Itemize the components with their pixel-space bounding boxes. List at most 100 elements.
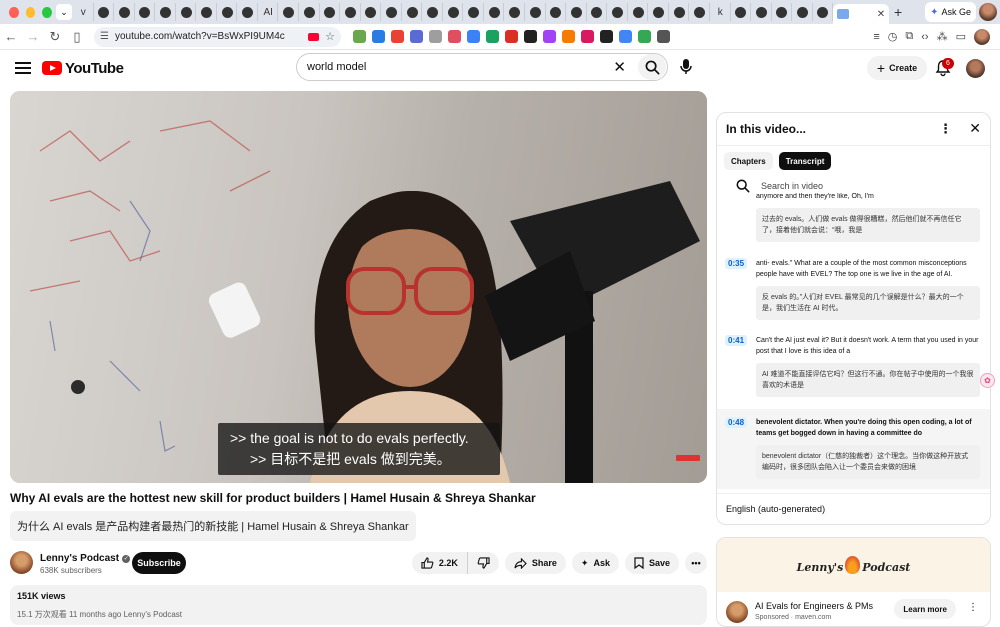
save-button[interactable]: Save: [624, 552, 679, 574]
ad-avatar[interactable]: [726, 601, 748, 623]
video-player[interactable]: >> the goal is not to do evals perfectly…: [10, 91, 707, 483]
extension-icon[interactable]: [562, 30, 575, 43]
pinned-tab[interactable]: [97, 3, 115, 21]
pinned-tab[interactable]: [610, 3, 628, 21]
extension-icon[interactable]: [448, 30, 461, 43]
extension-icon[interactable]: [581, 30, 594, 43]
ad-more-icon[interactable]: ⋮: [968, 602, 978, 613]
clear-search-icon[interactable]: ✕: [613, 58, 626, 76]
share-button[interactable]: Share: [504, 552, 566, 574]
menu-icon[interactable]: [15, 62, 31, 74]
account-avatar[interactable]: [966, 59, 985, 78]
toolbar-profile-avatar[interactable]: [974, 28, 990, 45]
maximize-window-button[interactable]: [42, 6, 53, 18]
transcript-segment-current[interactable]: 0:48 benevolent dictator. When you're do…: [717, 409, 990, 489]
segment-timestamp[interactable]: 0:41: [725, 335, 748, 346]
transcript-language[interactable]: English (auto-generated): [717, 493, 990, 524]
pinned-tab[interactable]: [775, 3, 793, 21]
extension-icon[interactable]: [600, 30, 613, 43]
devtools-icon[interactable]: ‹›: [921, 31, 928, 43]
reading-list-icon[interactable]: ≡: [873, 31, 879, 43]
channel-name-text[interactable]: Lenny's Podcast: [40, 553, 119, 564]
search-box[interactable]: world model ✕: [296, 53, 668, 81]
sponsored-card[interactable]: Lenny's Podcast AI Evals for Engineers & …: [716, 537, 991, 627]
close-window-button[interactable]: [9, 6, 19, 18]
pinned-tab[interactable]: [158, 3, 176, 21]
address-bar[interactable]: ☰ youtube.com/watch?v=BsWxPI9UM4c ☆: [94, 26, 341, 47]
new-tab-button[interactable]: +: [889, 4, 907, 20]
pinned-tab[interactable]: [240, 3, 258, 21]
segment-timestamp[interactable]: 0:35: [725, 258, 748, 269]
active-tab[interactable]: ✕: [833, 4, 890, 24]
extension-icon[interactable]: [505, 30, 518, 43]
pinned-tab[interactable]: [569, 3, 587, 21]
pinned-tab[interactable]: AI: [261, 3, 279, 21]
extension-icon[interactable]: [372, 30, 385, 43]
transcript-segment[interactable]: 0:35 anti- evals." What are a couple of …: [717, 258, 990, 320]
extension-icon[interactable]: [410, 30, 423, 43]
pinned-tab[interactable]: [323, 3, 341, 21]
search-input[interactable]: world model: [307, 61, 613, 73]
pinned-tab[interactable]: [507, 3, 526, 21]
sidebar-toggle-icon[interactable]: ▯: [66, 29, 88, 45]
pinned-tab[interactable]: [590, 3, 608, 21]
pinned-tab[interactable]: [795, 3, 813, 21]
extension-icon[interactable]: [657, 30, 670, 43]
panel-more-icon[interactable]: ⋮: [939, 121, 952, 137]
pinned-tab[interactable]: [384, 3, 402, 21]
minimize-window-button[interactable]: [25, 6, 36, 18]
pinned-tab[interactable]: [302, 3, 320, 21]
ad-title[interactable]: AI Evals for Engineers & PMs: [755, 601, 873, 611]
transcript-search-input[interactable]: Search in video: [761, 181, 823, 191]
channel-avatar[interactable]: [10, 551, 33, 574]
tab-chapters[interactable]: Chapters: [724, 152, 773, 170]
pinned-tab[interactable]: [528, 3, 546, 21]
extension-icon[interactable]: [391, 30, 404, 43]
ad-banner[interactable]: Lenny's Podcast: [717, 538, 990, 592]
tab-transcript[interactable]: Transcript: [778, 152, 832, 170]
search-button[interactable]: [638, 54, 666, 80]
pinned-tab[interactable]: [179, 3, 197, 21]
extension-icon[interactable]: [353, 30, 366, 43]
pinned-tab[interactable]: k: [713, 3, 731, 21]
transcript-language-label[interactable]: English (auto-generated): [726, 504, 825, 514]
pinned-tab[interactable]: [117, 3, 135, 21]
pinned-tab[interactable]: [631, 3, 649, 21]
pinned-tab[interactable]: [672, 3, 690, 21]
pinned-tab[interactable]: [466, 3, 484, 21]
subscribe-watermark-icon[interactable]: [676, 455, 700, 461]
pinned-tab[interactable]: [754, 3, 772, 21]
tab-groups-icon[interactable]: ⧉: [905, 30, 913, 43]
voice-search-button[interactable]: [676, 55, 696, 79]
close-tab-icon[interactable]: ✕: [877, 9, 885, 20]
pinned-tab[interactable]: [220, 3, 238, 21]
floating-extension-icon[interactable]: ✿: [980, 373, 995, 388]
pinned-tab[interactable]: [364, 3, 382, 21]
pinned-tab[interactable]: [816, 3, 834, 21]
back-arrow-icon[interactable]: ←: [0, 29, 22, 44]
pinned-tab[interactable]: [446, 3, 464, 21]
create-button[interactable]: + Create: [867, 56, 927, 80]
transcript-segment[interactable]: 0:41 Can't the AI just eval it? But it d…: [717, 335, 990, 397]
pinned-tab[interactable]: [343, 3, 361, 21]
bookmark-star-icon[interactable]: ☆: [325, 30, 335, 43]
subscribe-button[interactable]: Subscribe: [132, 552, 186, 574]
more-actions-button[interactable]: •••: [685, 552, 707, 574]
pinned-tab[interactable]: [425, 3, 443, 21]
pinned-tab[interactable]: v: [76, 3, 94, 21]
youtube-logo[interactable]: YouTube: [42, 60, 124, 77]
learn-more-button[interactable]: Learn more: [894, 599, 956, 619]
dislike-button[interactable]: [467, 552, 499, 574]
pinned-tab[interactable]: [651, 3, 669, 21]
history-icon[interactable]: ◷: [888, 30, 898, 43]
site-settings-icon[interactable]: ☰: [100, 31, 109, 42]
profile-avatar[interactable]: [979, 3, 997, 21]
tab-search-chevron-icon[interactable]: ⌄: [56, 4, 72, 20]
apps-grid-icon[interactable]: ⁂: [937, 30, 948, 43]
extension-icon[interactable]: [486, 30, 499, 43]
extension-icon[interactable]: [429, 30, 442, 43]
channel-name[interactable]: Lenny's Podcast ✓: [40, 553, 131, 564]
pinned-tab[interactable]: [692, 3, 710, 21]
reload-icon[interactable]: ↻: [44, 29, 66, 45]
ask-button[interactable]: ✦ Ask: [571, 552, 619, 574]
